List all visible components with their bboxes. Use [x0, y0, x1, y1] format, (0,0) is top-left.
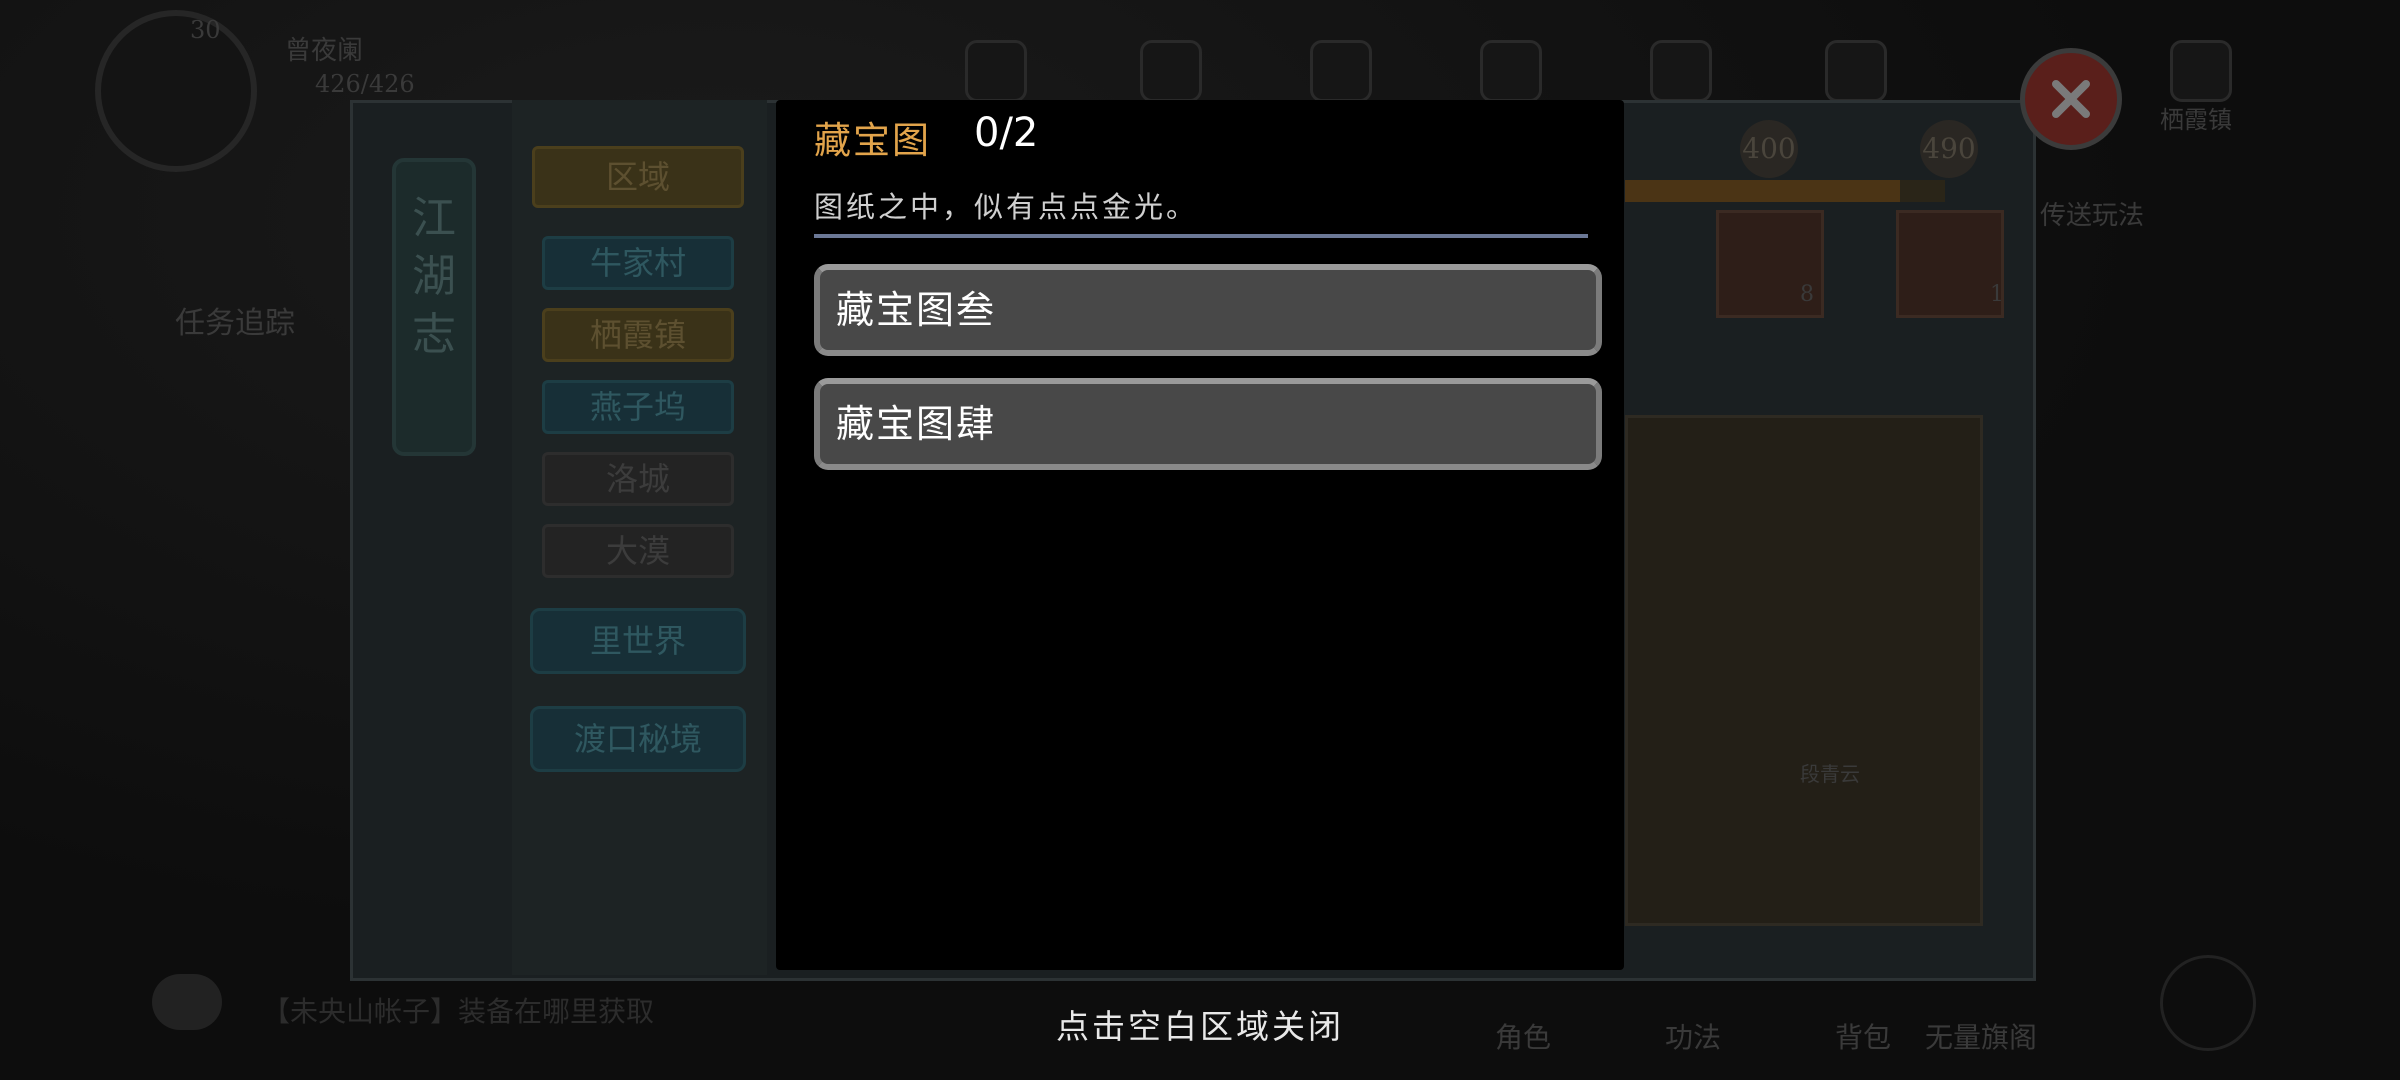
treasure-map-item-3[interactable]: 藏宝图叁	[814, 264, 1602, 356]
shop-icon[interactable]	[1480, 40, 1542, 102]
region-header: 区域	[532, 146, 744, 208]
close-button[interactable]	[2020, 48, 2122, 150]
reward-count-1: 8	[1800, 282, 1814, 307]
map-icon[interactable]	[2170, 40, 2232, 102]
modal-description: 图纸之中，似有点点金光。	[814, 190, 1199, 224]
teleport-tab[interactable]: 传送玩法	[2040, 195, 2144, 232]
dukou-mijing-button[interactable]: 渡口秘境	[530, 706, 746, 772]
reward-gem-box[interactable]	[1896, 210, 2004, 318]
current-location-label: 栖霞镇	[2160, 106, 2232, 134]
region-column: 区域 牛家村 栖霞镇 燕子坞 洛城 大漠 里世界 渡口秘境	[512, 100, 767, 975]
modal-divider	[814, 234, 1588, 238]
panel-title: 江湖志	[412, 193, 456, 360]
progress-milestone-2[interactable]: 490	[1920, 120, 1978, 178]
region-niujiacun[interactable]: 牛家村	[542, 236, 734, 290]
player-name: 曾夜阑	[285, 36, 364, 66]
region-luocheng[interactable]: 洛城	[542, 452, 734, 506]
player-avatar[interactable]	[95, 10, 257, 172]
region-map[interactable]	[1625, 415, 1983, 926]
rank-icon[interactable]	[1650, 40, 1712, 102]
close-icon	[2052, 80, 2090, 118]
close-hint: 点击空白区域关闭	[1056, 1007, 1344, 1046]
reward-count-2: 1	[1990, 282, 2004, 307]
event-icon[interactable]	[1140, 40, 1202, 102]
treasure-map-item-4[interactable]: 藏宝图肆	[814, 378, 1602, 470]
progress-fill	[1625, 180, 1901, 202]
li-shijie-button[interactable]: 里世界	[530, 608, 746, 674]
modal-count: 0/2	[974, 110, 1039, 156]
sect-icon[interactable]	[1310, 40, 1372, 102]
treasure-map-modal: 藏宝图 0/2 图纸之中，似有点点金光。 藏宝图叁 藏宝图肆	[776, 100, 1624, 970]
progress-milestone-1[interactable]: 400	[1740, 120, 1798, 178]
progress-bar	[1625, 180, 1945, 202]
map-npc-name[interactable]: 段青云	[1800, 758, 1860, 787]
panel-title-scroll: 江湖志	[392, 158, 476, 456]
region-yanziwu[interactable]: 燕子坞	[542, 380, 734, 434]
player-hp: 426/426	[315, 70, 415, 98]
player-level: 30	[190, 16, 221, 44]
modal-title: 藏宝图	[814, 119, 931, 162]
gift-icon[interactable]	[965, 40, 1027, 102]
scroll-icon[interactable]	[1825, 40, 1887, 102]
region-qixiazhen[interactable]: 栖霞镇	[542, 308, 734, 362]
task-tracker-header[interactable]: 任务追踪	[175, 298, 295, 342]
region-damo[interactable]: 大漠	[542, 524, 734, 578]
